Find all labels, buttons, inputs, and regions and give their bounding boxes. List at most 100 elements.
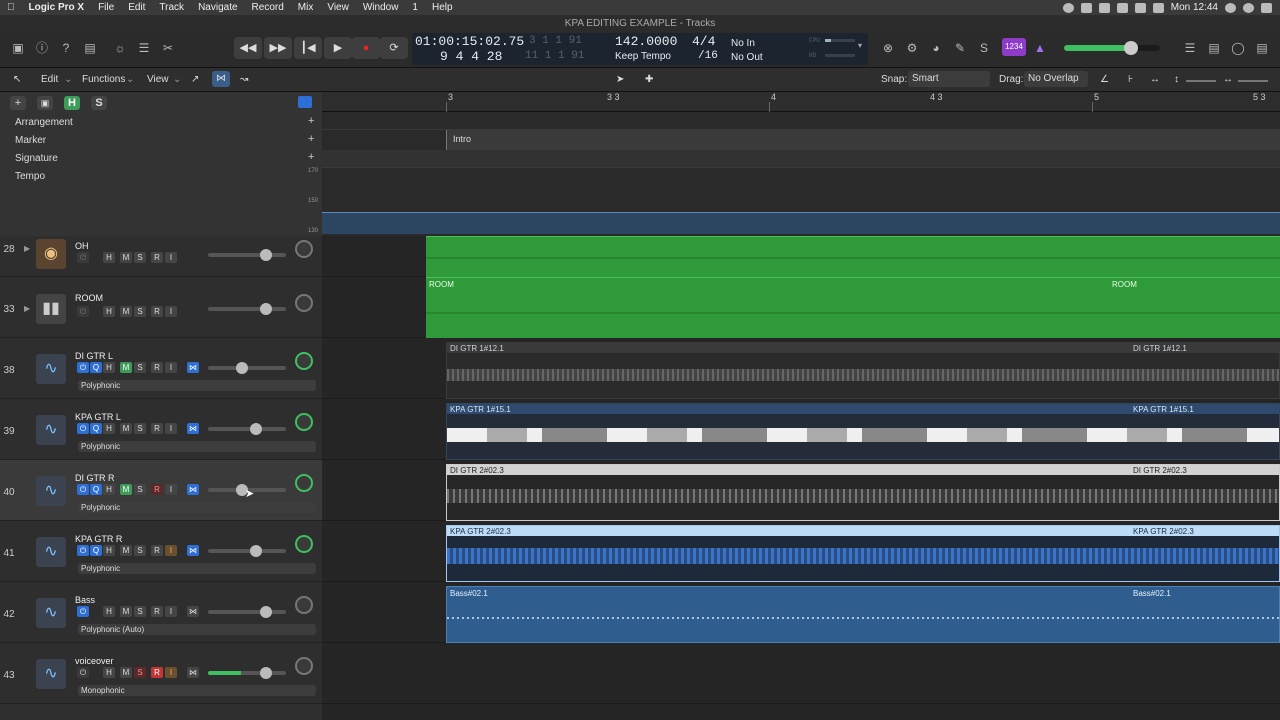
count-in-button[interactable]: 1234	[1002, 38, 1026, 56]
snap-select[interactable]: Smart	[908, 71, 990, 87]
volume-fader[interactable]	[208, 606, 286, 618]
track-name[interactable]: DI GTR R	[75, 473, 115, 483]
quantize-lock-button[interactable]: Q	[90, 484, 102, 495]
track-header-room[interactable]: 33 ▶ ▮▮ ROOM ⏻ H M S R I	[0, 277, 322, 338]
cycle-button[interactable]: ⟳	[380, 37, 408, 59]
vertical-zoom-icon[interactable]: ↕	[1174, 74, 1179, 85]
volume-fader-knob[interactable]	[260, 667, 272, 679]
arrangement-lane[interactable]	[322, 112, 1280, 130]
add-signature-icon[interactable]: +	[308, 151, 314, 163]
menu-edit[interactable]: Edit	[121, 2, 152, 13]
input-monitor-button[interactable]: I	[165, 306, 177, 317]
lane-kpa-gtr-r[interactable]: KPA GTR 2#02.3 KPA GTR 2#02.3	[322, 521, 1280, 582]
solo-icon[interactable]: S	[974, 38, 994, 58]
pan-knob[interactable]	[295, 413, 313, 431]
track-header-kpa-gtr-r[interactable]: 41 ∿ KPA GTR R ⏻ Q H M S R I ⋈ Polyphoni…	[0, 521, 322, 582]
marker-lane[interactable]	[322, 150, 1280, 168]
flex-toggle-button[interactable]: ⋈	[187, 667, 199, 678]
hide-button[interactable]: H	[103, 545, 115, 556]
flex-mode-select[interactable]: Polyphonic	[78, 380, 316, 391]
apple-icon[interactable]: 	[0, 2, 22, 13]
metronome-settings-icon[interactable]: ◕	[926, 38, 946, 58]
metronome-icon[interactable]: ▲	[1030, 38, 1050, 58]
volume-fader-knob[interactable]	[260, 303, 272, 315]
flex-icon[interactable]: ⋈	[212, 71, 230, 87]
pan-knob[interactable]	[295, 596, 313, 614]
horizontal-zoom-slider[interactable]	[1238, 80, 1268, 82]
solo-button[interactable]: S	[134, 606, 146, 617]
pan-knob[interactable]	[295, 474, 313, 492]
mute-button[interactable]: M	[120, 252, 132, 263]
track-name[interactable]: Bass	[75, 595, 95, 605]
flex-mode-select[interactable]: Polyphonic (Auto)	[78, 624, 316, 635]
region-kpa-gtr-r[interactable]: KPA GTR 2#02.3 KPA GTR 2#02.3	[446, 525, 1280, 582]
flex-mode-select[interactable]: Polyphonic	[78, 563, 316, 574]
solo-button[interactable]: S	[134, 545, 146, 556]
mute-button[interactable]: M	[120, 606, 132, 617]
cloud-icon[interactable]	[1098, 2, 1110, 13]
volume-fader-knob[interactable]	[260, 606, 272, 618]
lane-room[interactable]: ROOM ROOM	[322, 277, 1280, 338]
tracks-area[interactable]: ROOM ROOM DI GTR 1#12.1 DI GTR 1#12.1 KP…	[322, 236, 1280, 720]
smart-controls-icon[interactable]: ☼	[110, 38, 130, 58]
global-tracks-toggle[interactable]	[298, 96, 312, 108]
track-header-voiceover[interactable]: 43 ∿ voiceover ⏻ H M S R I ⋈ Monophonic	[0, 643, 322, 704]
region-room[interactable]: ROOM ROOM	[426, 277, 1280, 338]
chevron-down-icon[interactable]: ▾	[858, 41, 862, 50]
track-name[interactable]: KPA GTR R	[75, 534, 122, 544]
toolbar-icon[interactable]: ▤	[80, 38, 100, 58]
solo-tracks-button[interactable]: S	[91, 96, 107, 110]
flex-toggle-button[interactable]: ⋈	[187, 606, 199, 617]
flex-toggle-button[interactable]: ⋈	[187, 362, 199, 373]
hide-button[interactable]: H	[103, 484, 115, 495]
pan-knob[interactable]	[295, 657, 313, 675]
hide-button[interactable]: H	[103, 306, 115, 317]
view-menu[interactable]: View	[147, 74, 169, 85]
auto-punch-icon[interactable]: ⚙	[902, 38, 922, 58]
wifi-icon[interactable]	[1134, 2, 1146, 13]
history-icon[interactable]	[1116, 2, 1128, 13]
track-name[interactable]: DI GTR L	[75, 351, 113, 361]
record-enable-button[interactable]: R	[151, 306, 163, 317]
duplicate-track-icon[interactable]: ▣	[37, 96, 53, 110]
disclosure-triangle-icon[interactable]: ▶	[24, 244, 30, 253]
track-header-oh[interactable]: 28 ▶ ◉ OH ⏻ H M S R I	[0, 236, 322, 277]
track-name[interactable]: voiceover	[75, 656, 114, 666]
arrangement-marker-intro[interactable]: Intro	[446, 130, 1280, 150]
signature-lane[interactable]	[322, 168, 1280, 214]
track-header-kpa-gtr-l[interactable]: 39 ∿ KPA GTR L ⏻ Q H M S R I ⋈ Polyphoni…	[0, 399, 322, 460]
mute-button[interactable]: M	[120, 306, 132, 317]
catch-icon[interactable]: ↖	[13, 74, 21, 85]
pan-knob[interactable]	[295, 535, 313, 553]
play-button[interactable]: ▶	[324, 37, 352, 59]
vertical-zoom-slider[interactable]	[1186, 80, 1216, 82]
browser-icon[interactable]: ▤	[1252, 38, 1272, 58]
list-editors-icon[interactable]: ☰	[1180, 38, 1200, 58]
fit-vertical-icon[interactable]: ⊦	[1128, 74, 1133, 85]
input-monitor-button[interactable]: I	[165, 484, 177, 495]
flex-toggle-button[interactable]: ⋈	[187, 545, 199, 556]
solo-button[interactable]: S	[134, 423, 146, 434]
volume-fader[interactable]	[208, 423, 286, 435]
menu-file[interactable]: File	[91, 2, 121, 13]
notepad-icon[interactable]: ▤	[1204, 38, 1224, 58]
record-enable-button[interactable]: R	[151, 484, 163, 495]
volume-fader[interactable]	[208, 362, 286, 374]
waveform-zoom-icon[interactable]: ∠	[1100, 74, 1109, 85]
flex-toggle-button[interactable]: ⋈	[187, 484, 199, 495]
search-icon[interactable]	[1225, 2, 1236, 13]
automation-icon[interactable]: ↗	[191, 74, 199, 85]
input-monitor-button[interactable]: I	[165, 606, 177, 617]
functions-menu[interactable]: Functions	[82, 74, 125, 85]
volume-fader[interactable]	[208, 303, 286, 315]
secondary-tool-icon[interactable]: ✚	[645, 74, 653, 85]
hide-button[interactable]: H	[103, 606, 115, 617]
record-enable-button[interactable]: R	[151, 545, 163, 556]
record-enable-button[interactable]: R	[151, 252, 163, 263]
forward-button[interactable]: ▶▶	[264, 37, 292, 59]
mute-button[interactable]: M	[120, 545, 132, 556]
region-di-gtr-r[interactable]: DI GTR 2#02.3 DI GTR 2#02.3	[446, 464, 1280, 521]
solo-button[interactable]: S	[134, 252, 146, 263]
disclosure-triangle-icon[interactable]: ▶	[24, 304, 30, 313]
record-status-icon[interactable]	[1062, 2, 1074, 13]
